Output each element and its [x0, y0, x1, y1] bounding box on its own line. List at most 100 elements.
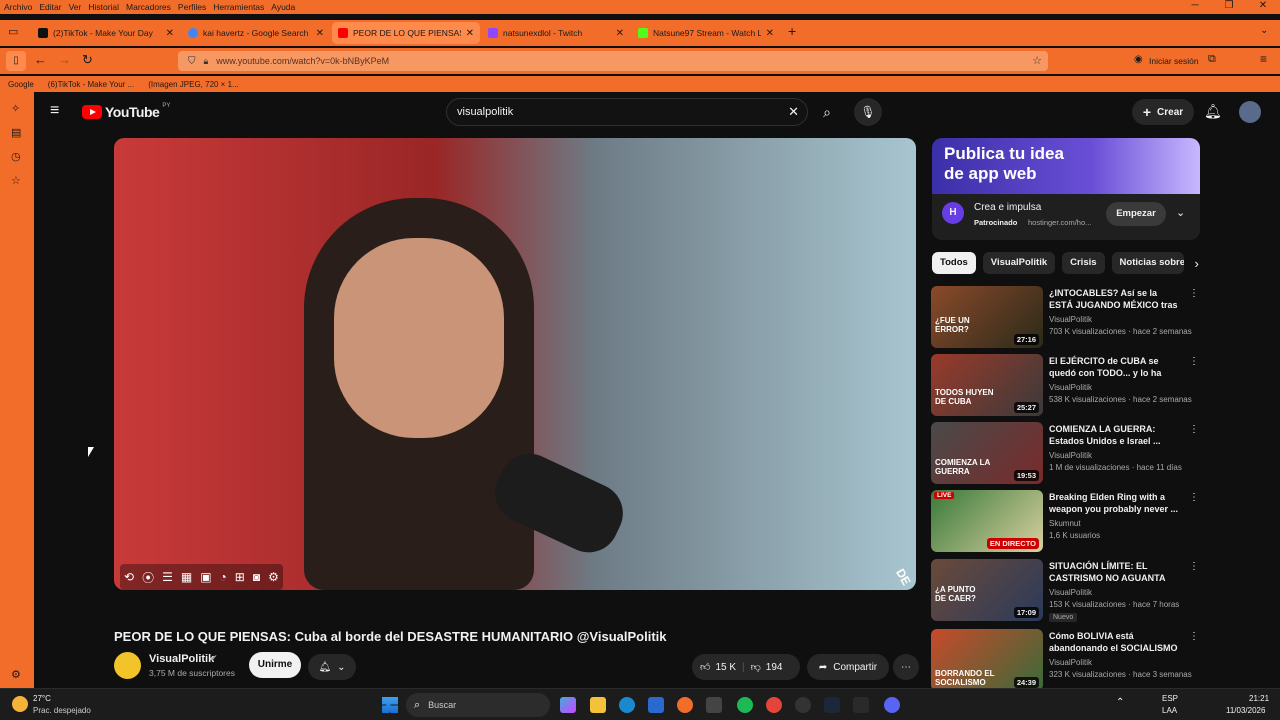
channel-name[interactable]: VisualPolitik: [1049, 383, 1092, 392]
tray-chevron-icon[interactable]: ⌃: [1116, 697, 1124, 708]
tab-overview-icon[interactable]: ▭: [8, 25, 18, 38]
settings-icon[interactable]: ⚙: [268, 570, 279, 584]
video-title[interactable]: Breaking Elden Ring with a weapon you pr…: [1049, 491, 1181, 515]
menu-archivo[interactable]: Archivo: [4, 2, 32, 12]
channel-name[interactable]: VisualPolitik: [1049, 315, 1092, 324]
recommended-video[interactable]: ¿A PUNTO DE CAER? 17:09 SITUACIÓN LÍMITE…: [931, 559, 1201, 622]
share-button[interactable]: ➦ Compartir: [807, 654, 889, 680]
recommended-video[interactable]: COMIENZA LA GUERRA 19:53 COMIENZA LA GUE…: [931, 422, 1201, 484]
copilot-icon[interactable]: [560, 697, 576, 713]
chip-crisis[interactable]: Crisis: [1062, 252, 1105, 274]
broadcast-icon[interactable]: ⦿: [142, 569, 154, 586]
minimize-icon[interactable]: ─: [1178, 0, 1212, 14]
more-options-icon[interactable]: ⋮: [1189, 356, 1199, 367]
video-thumbnail[interactable]: TODOS HUYEN DE CUBA 25:27: [931, 354, 1043, 416]
tab-youtube[interactable]: PEOR DE LO QUE PIENSAS: Cub ✕: [332, 22, 480, 44]
video-title[interactable]: El EJÉRCITO de CUBA se quedó con TODO...…: [1049, 355, 1181, 380]
shield-icon[interactable]: ⛉: [188, 56, 196, 67]
video-thumbnail[interactable]: ¿FUE UN ERROR? 27:16: [931, 286, 1043, 348]
more-actions-icon[interactable]: ⋯: [893, 654, 919, 680]
ad-banner[interactable]: Publica tu idea de app web: [932, 138, 1200, 194]
reload-icon[interactable]: ↻: [82, 52, 93, 68]
search-text[interactable]: visualpolitik: [457, 106, 513, 118]
signin-button[interactable]: Iniciar sesión: [1149, 56, 1199, 66]
menu-perfiles[interactable]: Perfiles: [178, 2, 206, 12]
steam-icon[interactable]: [824, 697, 840, 713]
close-window-icon[interactable]: ✕: [1246, 0, 1280, 14]
more-options-icon[interactable]: ⋮: [1189, 288, 1199, 299]
pip-icon[interactable]: ▣: [200, 570, 211, 584]
menu-icon[interactable]: ≡: [1260, 52, 1267, 66]
channel-name[interactable]: Skumnut: [1049, 519, 1081, 528]
taskbar-search[interactable]: ⌕ Buscar: [406, 693, 550, 717]
video-title[interactable]: COMIENZA LA GUERRA: Estados Unidos e Isr…: [1049, 423, 1181, 447]
channel-name[interactable]: VisualPolitik: [1049, 658, 1092, 667]
tab-google[interactable]: kai havertz - Google Search ✕: [182, 22, 330, 44]
close-tab-icon[interactable]: ✕: [466, 28, 474, 39]
discord-icon[interactable]: [884, 697, 900, 713]
clock-date[interactable]: 11/03/2026: [1226, 706, 1265, 715]
weather-temp[interactable]: 27°C: [33, 694, 51, 703]
bookmark-google[interactable]: Google: [8, 80, 34, 89]
clock-time[interactable]: 21:21: [1249, 694, 1269, 703]
chip-noticias[interactable]: Noticias sobre: [1111, 252, 1184, 274]
more-options-icon[interactable]: ⋮: [1189, 424, 1199, 435]
dislike-button[interactable]: 👎︎ 194: [751, 661, 783, 674]
recommended-video[interactable]: BORRANDO EL SOCIALISMO 24:39 Cómo BOLIVI…: [931, 629, 1201, 688]
sponsored-ad[interactable]: Publica tu idea de app web H Crea e impu…: [932, 138, 1200, 240]
video-title[interactable]: ¿INTOCABLES? Así se la ESTÁ JUGANDO MÉXI…: [1049, 287, 1181, 312]
channel-name[interactable]: VisualPolitik: [149, 653, 214, 665]
tab-tiktok[interactable]: (2)TikTok - Make Your Day ✕: [32, 22, 180, 44]
file-explorer-icon[interactable]: [590, 697, 606, 713]
settings-gear-icon[interactable]: ⚙: [11, 668, 21, 681]
recommended-video[interactable]: LIVE EN DIRECTO Breaking Elden Ring with…: [931, 490, 1201, 552]
ad-expand-icon[interactable]: ⌄: [1176, 206, 1185, 219]
ai-icon[interactable]: ✧: [11, 102, 20, 115]
youtube-logo[interactable]: YouTube PY: [82, 103, 170, 120]
brave-icon[interactable]: [766, 697, 782, 713]
url-text[interactable]: www.youtube.com/watch?v=0k-bNByKPeM: [216, 56, 389, 66]
video-thumbnail[interactable]: ¿A PUNTO DE CAER? 17:09: [931, 559, 1043, 621]
sidebar-toggle-icon[interactable]: ▯: [6, 51, 26, 71]
search-icon[interactable]: ⌕: [808, 98, 846, 126]
weather-icon[interactable]: [12, 696, 28, 712]
tab-twitch[interactable]: natsunexdlol - Twitch ✕: [482, 22, 630, 44]
account-icon[interactable]: ◉: [1134, 54, 1143, 65]
menu-herramientas[interactable]: Herramientas: [213, 2, 264, 12]
weather-desc[interactable]: Prac. despejado: [33, 706, 91, 715]
url-bar[interactable]: ⛉ 🔒︎ www.youtube.com/watch?v=0k-bNByKPeM…: [178, 51, 1048, 71]
video-thumbnail[interactable]: LIVE EN DIRECTO: [931, 490, 1043, 552]
close-tab-icon[interactable]: ✕: [316, 28, 324, 39]
notepad-icon[interactable]: [706, 697, 722, 713]
lang-layout[interactable]: LAA: [1162, 706, 1177, 715]
github-icon[interactable]: [795, 697, 811, 713]
more-options-icon[interactable]: ⋮: [1189, 631, 1199, 642]
loop-icon[interactable]: ⟲: [124, 570, 134, 584]
speed-icon[interactable]: ◔: [220, 570, 227, 584]
video-thumbnail[interactable]: COMIENZA LA GUERRA 19:53: [931, 422, 1043, 484]
windows-start-icon[interactable]: [382, 697, 398, 713]
collections-icon[interactable]: ▤: [11, 126, 21, 139]
favorites-icon[interactable]: ☆: [11, 174, 21, 187]
recommended-video[interactable]: TODOS HUYEN DE CUBA 25:27 El EJÉRCITO de…: [931, 354, 1201, 416]
back-icon[interactable]: ←: [34, 52, 47, 67]
microphone-icon[interactable]: 🎙︎: [854, 98, 882, 126]
user-avatar[interactable]: [1239, 101, 1261, 123]
video-title[interactable]: SITUACIÓN LÍMITE: EL CASTRISMO NO AGUANT…: [1049, 560, 1181, 585]
menu-historial[interactable]: Historial: [88, 2, 119, 12]
clear-search-icon[interactable]: ✕: [788, 104, 799, 120]
history-icon[interactable]: ◷: [11, 150, 21, 163]
menu-ayuda[interactable]: Ayuda: [271, 2, 295, 12]
search-input[interactable]: visualpolitik ✕: [446, 98, 808, 126]
join-button[interactable]: Unirme: [249, 652, 301, 678]
lock-icon[interactable]: 🔒︎: [204, 56, 209, 67]
notifications-bell-icon[interactable]: 🔔︎: [1204, 103, 1222, 120]
bookmark-star-icon[interactable]: ☆: [1032, 54, 1042, 67]
close-tab-icon[interactable]: ✕: [616, 28, 624, 39]
bookmark-image[interactable]: (Imagen JPEG, 720 × 1...: [148, 80, 239, 89]
ad-cta-button[interactable]: Empezar: [1106, 202, 1166, 226]
more-options-icon[interactable]: ⋮: [1189, 492, 1199, 503]
hamburger-menu-icon[interactable]: ≡: [50, 102, 59, 120]
menu-ver[interactable]: Ver: [69, 2, 82, 12]
tab-list-icon[interactable]: ⌄: [1260, 25, 1268, 36]
